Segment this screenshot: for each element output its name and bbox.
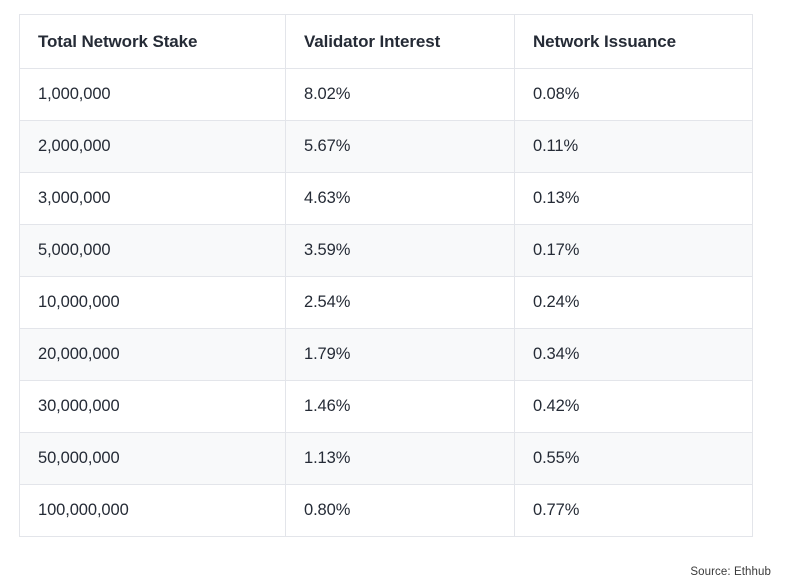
cell-total-network-stake: 50,000,000 [20, 433, 286, 485]
table-row: 2,000,000 5.67% 0.11% [20, 121, 753, 173]
table-header: Total Network Stake Validator Interest N… [20, 15, 753, 69]
cell-validator-interest: 3.59% [286, 225, 515, 277]
cell-total-network-stake: 100,000,000 [20, 485, 286, 537]
table-header-row: Total Network Stake Validator Interest N… [20, 15, 753, 69]
cell-validator-interest: 1.46% [286, 381, 515, 433]
cell-validator-interest: 2.54% [286, 277, 515, 329]
cell-total-network-stake: 1,000,000 [20, 69, 286, 121]
cell-validator-interest: 8.02% [286, 69, 515, 121]
cell-network-issuance: 0.08% [515, 69, 753, 121]
cell-network-issuance: 0.34% [515, 329, 753, 381]
table-row: 5,000,000 3.59% 0.17% [20, 225, 753, 277]
cell-network-issuance: 0.17% [515, 225, 753, 277]
cell-validator-interest: 4.63% [286, 173, 515, 225]
cell-validator-interest: 1.79% [286, 329, 515, 381]
cell-total-network-stake: 5,000,000 [20, 225, 286, 277]
table-row: 100,000,000 0.80% 0.77% [20, 485, 753, 537]
cell-total-network-stake: 20,000,000 [20, 329, 286, 381]
cell-total-network-stake: 10,000,000 [20, 277, 286, 329]
column-header-network-issuance: Network Issuance [515, 15, 753, 69]
cell-total-network-stake: 30,000,000 [20, 381, 286, 433]
column-header-validator-interest: Validator Interest [286, 15, 515, 69]
stake-table-container: Total Network Stake Validator Interest N… [19, 14, 752, 537]
cell-validator-interest: 1.13% [286, 433, 515, 485]
cell-network-issuance: 0.11% [515, 121, 753, 173]
cell-total-network-stake: 2,000,000 [20, 121, 286, 173]
table-row: 20,000,000 1.79% 0.34% [20, 329, 753, 381]
network-stake-table: Total Network Stake Validator Interest N… [19, 14, 753, 537]
table-body: 1,000,000 8.02% 0.08% 2,000,000 5.67% 0.… [20, 69, 753, 537]
cell-network-issuance: 0.13% [515, 173, 753, 225]
cell-validator-interest: 0.80% [286, 485, 515, 537]
cell-total-network-stake: 3,000,000 [20, 173, 286, 225]
source-attribution: Source: Ethhub [19, 566, 771, 578]
cell-network-issuance: 0.42% [515, 381, 753, 433]
table-row: 10,000,000 2.54% 0.24% [20, 277, 753, 329]
cell-validator-interest: 5.67% [286, 121, 515, 173]
cell-network-issuance: 0.24% [515, 277, 753, 329]
column-header-total-network-stake: Total Network Stake [20, 15, 286, 69]
cell-network-issuance: 0.77% [515, 485, 753, 537]
table-row: 3,000,000 4.63% 0.13% [20, 173, 753, 225]
table-row: 1,000,000 8.02% 0.08% [20, 69, 753, 121]
cell-network-issuance: 0.55% [515, 433, 753, 485]
table-row: 50,000,000 1.13% 0.55% [20, 433, 753, 485]
table-row: 30,000,000 1.46% 0.42% [20, 381, 753, 433]
